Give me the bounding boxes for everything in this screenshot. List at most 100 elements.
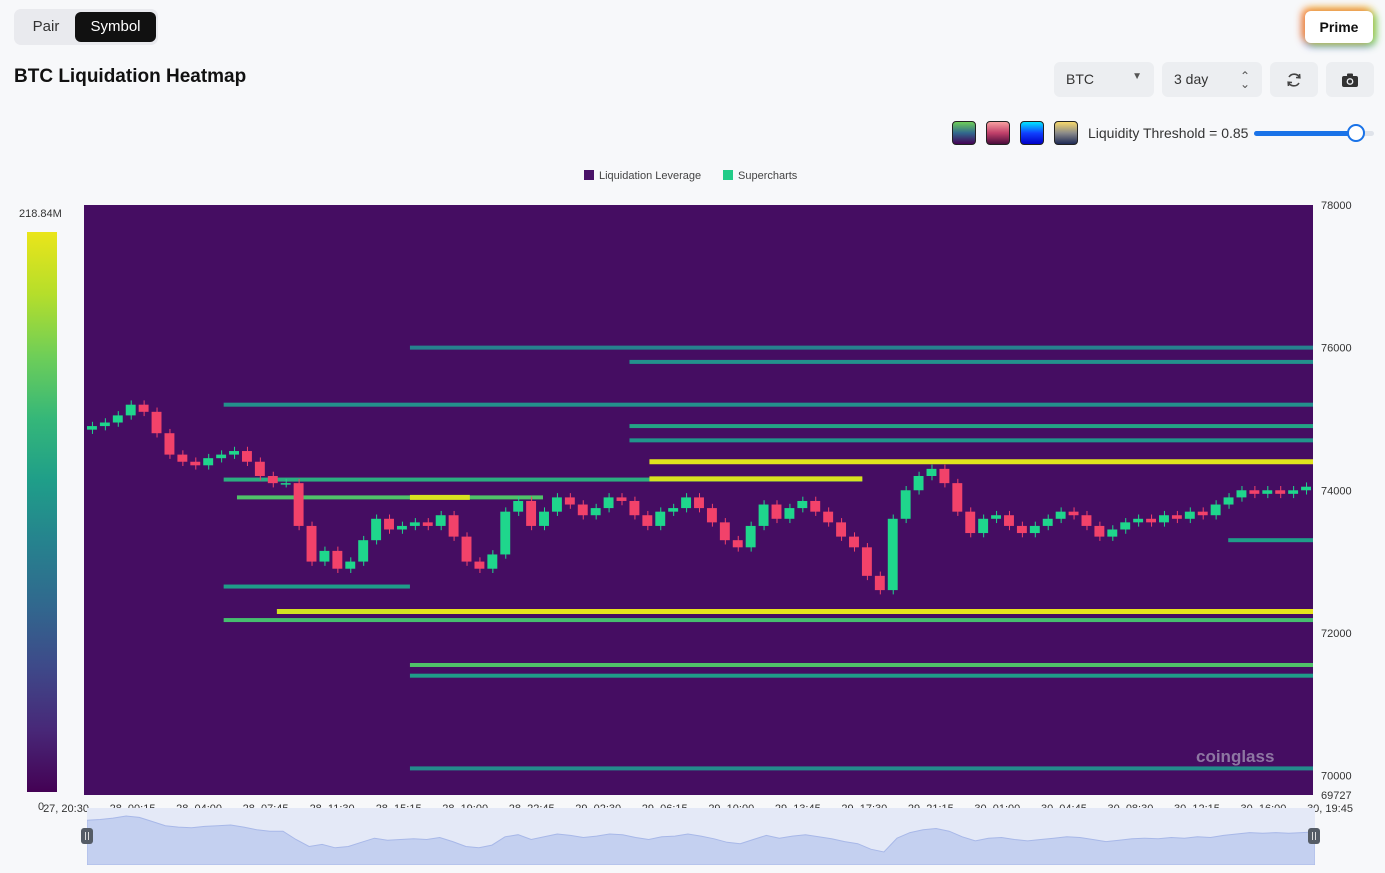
candle	[1184, 511, 1195, 519]
camera-icon	[1342, 73, 1358, 87]
candle	[513, 500, 524, 512]
legend-item-supercharts[interactable]: Supercharts	[723, 170, 797, 182]
symbol-select-value: BTC	[1066, 71, 1094, 87]
candle	[526, 500, 537, 526]
symbol-tab[interactable]: Symbol	[75, 12, 156, 42]
caret-down-icon: ▼	[1132, 71, 1142, 82]
screenshot-button[interactable]	[1326, 62, 1374, 97]
candle	[409, 522, 420, 526]
y-tick-label: 72000	[1321, 628, 1352, 640]
threshold-slider[interactable]	[1254, 124, 1374, 142]
prime-button[interactable]: Prime	[1305, 11, 1373, 43]
candle	[332, 550, 343, 569]
candle	[216, 454, 227, 459]
candle	[991, 515, 1002, 519]
candle	[551, 497, 562, 512]
candle	[655, 511, 666, 526]
candle	[849, 536, 859, 548]
candle	[939, 468, 950, 484]
y-tick-label: 70000	[1321, 771, 1352, 783]
candle	[422, 522, 433, 526]
navigator-left-handle[interactable]	[81, 828, 93, 844]
scheme-gold-swatch[interactable]	[1054, 121, 1078, 145]
candle	[1120, 522, 1131, 530]
navigator-preview	[86, 815, 1316, 866]
period-select-value: 3 day	[1174, 71, 1209, 87]
candle	[1055, 511, 1066, 519]
candle	[706, 508, 717, 523]
candle	[125, 404, 136, 416]
candle	[319, 550, 330, 562]
candle	[177, 454, 188, 462]
candle	[668, 508, 679, 512]
candle	[1210, 504, 1221, 516]
heat-band	[1228, 538, 1313, 543]
heat-band	[236, 495, 543, 500]
candle	[629, 500, 640, 516]
heat-band	[223, 584, 410, 589]
candle	[952, 483, 963, 512]
candle	[771, 504, 782, 519]
candle	[887, 518, 898, 591]
threshold-slider-thumb[interactable]	[1347, 124, 1365, 142]
scheme-blue-swatch[interactable]	[1020, 121, 1044, 145]
candle	[474, 561, 485, 569]
candle	[293, 483, 304, 526]
candle	[823, 511, 834, 523]
candle	[1029, 525, 1040, 534]
candle	[487, 554, 498, 569]
candle	[1262, 490, 1273, 494]
candle	[913, 476, 924, 491]
candle	[448, 515, 459, 537]
view-toggle: Pair Symbol	[14, 9, 158, 45]
candle	[396, 525, 407, 530]
time-navigator[interactable]	[86, 808, 1316, 866]
heat-band	[649, 476, 863, 482]
candle	[1223, 497, 1234, 505]
candle	[874, 575, 885, 591]
candle	[112, 415, 123, 423]
heat-band	[629, 424, 1313, 429]
watermark-logo: coinglass	[1196, 747, 1275, 766]
scheme-rose-swatch[interactable]	[986, 121, 1010, 145]
candle	[900, 490, 911, 519]
symbol-select[interactable]: BTC ▼	[1054, 62, 1154, 97]
heat-band	[629, 359, 1313, 364]
candle	[564, 497, 575, 505]
y-tick-label: 74000	[1321, 485, 1352, 497]
candle	[797, 500, 808, 509]
candle	[1249, 490, 1260, 494]
heatmap-chart: 78000760007400072000700006972727, 20:302…	[43, 200, 1353, 815]
candle	[694, 497, 704, 509]
candle	[99, 422, 110, 427]
x-tick-label: 27, 20:30	[43, 803, 89, 815]
legend-label: Supercharts	[738, 170, 798, 182]
refresh-button[interactable]	[1270, 62, 1318, 97]
heat-band	[409, 662, 1313, 667]
heat-band	[223, 618, 1313, 623]
heat-band	[223, 402, 1313, 407]
candle	[1275, 490, 1286, 494]
candle	[616, 497, 627, 501]
scheme-viridis-swatch[interactable]	[952, 121, 976, 145]
candle	[745, 525, 756, 548]
legend-item-liquidation-leverage[interactable]: Liquidation Leverage	[584, 170, 701, 182]
heat-band	[629, 438, 1313, 443]
heat-band	[409, 494, 470, 500]
candle	[384, 518, 394, 530]
candle	[267, 476, 278, 484]
candle	[190, 461, 201, 466]
candle	[254, 461, 265, 477]
candle	[1016, 525, 1027, 534]
candle	[681, 497, 692, 509]
candle	[642, 515, 653, 526]
candle	[203, 458, 214, 466]
candle	[539, 511, 549, 526]
pair-tab[interactable]: Pair	[18, 12, 74, 42]
candle	[1133, 518, 1144, 523]
period-select[interactable]: 3 day ⌃ ⌄	[1162, 62, 1262, 97]
candle	[345, 561, 356, 569]
refresh-icon	[1287, 73, 1301, 87]
heat-band	[409, 673, 1313, 678]
navigator-right-handle[interactable]	[1308, 828, 1320, 844]
